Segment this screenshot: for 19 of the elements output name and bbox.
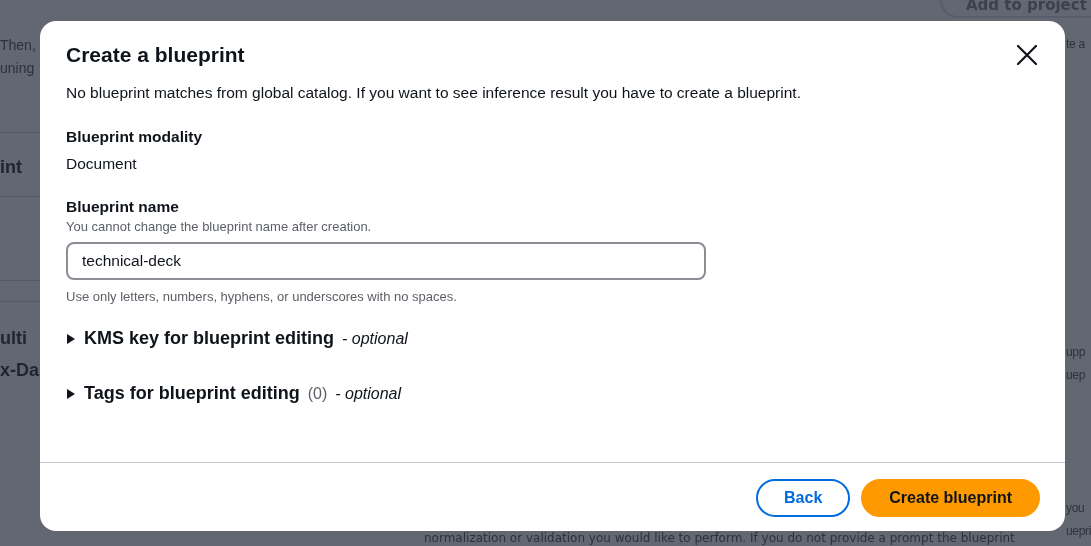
field-constraint: Use only letters, numbers, hyphens, or underscores with no spaces. <box>66 289 458 304</box>
expandable-section[interactable]: Tags for blueprint editing (0) - optional <box>66 383 402 404</box>
back-button[interactable]: Back <box>756 479 851 517</box>
close-icon[interactable] <box>1015 43 1039 67</box>
input-field[interactable]: technical-deck <box>66 242 706 280</box>
heading-fragment: x-Da <box>0 359 40 382</box>
caret-icon <box>66 332 76 345</box>
heading-fragment: ulti <box>0 327 28 350</box>
expandable-section[interactable]: KMS key for blueprint editing - optional <box>66 328 408 349</box>
caret-icon <box>66 387 76 400</box>
dialog-title: Create a blueprint <box>66 43 245 67</box>
dialog-description: No blueprint matches from global catalog. If you want to see inference result you have to create a blueprint. <box>66 84 802 102</box>
create-button[interactable]: Create blueprint <box>861 479 1040 517</box>
field-label: Blueprint name <box>66 198 180 216</box>
text-fragment: Then, <box>0 36 37 55</box>
field-value: Document <box>66 155 138 173</box>
field-description: You cannot change the blueprint name after creation. <box>66 219 373 234</box>
field-label: Blueprint modality <box>66 128 204 146</box>
heading-fragment: int <box>0 156 23 179</box>
